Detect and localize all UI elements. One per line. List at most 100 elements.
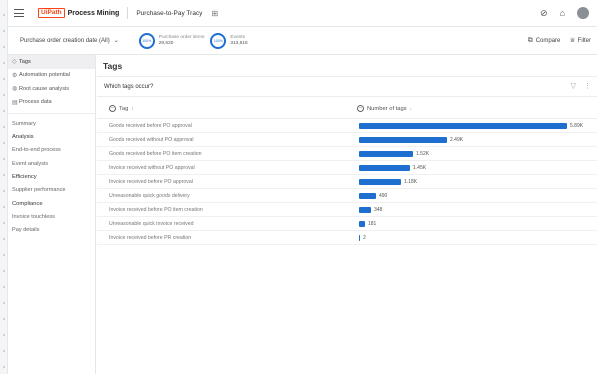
column-tag[interactable]: − Tag ↕ [109, 105, 134, 112]
nav-item-tags[interactable]: ◇ Tags [8, 55, 95, 69]
data-icon: ▤ [12, 99, 18, 106]
nav-group-compliance: Compliance [12, 200, 43, 207]
card-tools: ▽ ⋮ [571, 82, 591, 90]
tags-card: Which tags occur? ▽ ⋮ − Tag ↕ − Number o… [97, 76, 597, 374]
count-value: 490 [379, 192, 388, 199]
sort-icon: ↕ [131, 105, 134, 112]
rail-dot [3, 302, 5, 304]
kpi-text: Purchase order items 29,620 [159, 35, 205, 47]
card-title: Which tags occur? [97, 77, 597, 97]
table-row[interactable]: Unreasonable quick invoice received 181 [97, 217, 597, 231]
count-value: 1.52K [416, 150, 430, 157]
table-header: − Tag ↕ − Number of tags ↓ [97, 99, 597, 119]
notifications-icon[interactable]: ⌂ [560, 8, 565, 18]
robot-icon: ⚙ [12, 72, 18, 79]
kpi-events[interactable]: 100% Events 313,516 [210, 32, 248, 49]
nav-item-invoice-touchless[interactable]: Invoice touchless [8, 210, 95, 224]
tag-label: Goods received without PO approval [109, 137, 194, 143]
rail-dot [3, 14, 5, 16]
rail-dot [3, 206, 5, 208]
count-bar[interactable] [359, 207, 371, 213]
count-bar[interactable] [359, 221, 365, 227]
brand-logo: UiPath [38, 8, 65, 18]
brand[interactable]: UiPath Process Mining [38, 8, 119, 18]
kpi-items[interactable]: 100% Purchase order items 29,620 [138, 32, 205, 49]
top-bar: UiPath Process Mining Purchase-to-Pay Tr… [8, 0, 597, 27]
compare-button[interactable]: ⧉ Compare [528, 37, 561, 45]
table-row[interactable]: Invoice received before PO approval 1.18K [97, 175, 597, 189]
divider [127, 7, 129, 19]
table-row[interactable]: Invoice received before PO item creation… [97, 203, 597, 217]
nav-item-label: Root cause analysis [19, 85, 70, 92]
filter-button[interactable]: ⩸ Filter [570, 37, 591, 45]
metric-icon: − [357, 105, 364, 112]
nav-item-automation-potential[interactable]: ⚙ Automation potential [8, 69, 95, 83]
column-tag-label: Tag [119, 105, 129, 112]
dimension-icon: − [109, 105, 116, 112]
apps-grid-icon[interactable]: ⊞ [211, 9, 218, 18]
count-bar[interactable] [359, 235, 360, 241]
date-filter-dropdown[interactable]: Purchase order creation date (All) ⌄ [20, 37, 119, 45]
table-row[interactable]: Invoice received before PR creation 2 [97, 231, 597, 245]
app-name[interactable]: Purchase-to-Pay Tracy [136, 10, 202, 17]
avatar[interactable] [577, 7, 589, 19]
tag-label: Invoice received before PO approval [109, 179, 193, 185]
date-filter-label: Purchase order creation date (All) [20, 37, 110, 44]
count-bar[interactable] [359, 179, 401, 185]
count-value: 5.89K [570, 122, 584, 129]
count-bar[interactable] [359, 137, 447, 143]
rail-dot [3, 158, 5, 160]
rail-dot [3, 254, 5, 256]
tag-icon: ◇ [12, 59, 17, 66]
page-title: Tags [103, 61, 123, 71]
compare-icon: ⧉ [527, 37, 533, 44]
filter-icon: ⩸ [570, 37, 575, 44]
nav-item-summary[interactable]: Summary [8, 117, 95, 131]
rail-dot [3, 190, 5, 192]
nav-item-end-to-end-process[interactable]: End-to-end process [8, 144, 95, 158]
count-bar[interactable] [359, 151, 413, 157]
table-row[interactable]: Invoice received without PO approval 1.45… [97, 161, 597, 175]
kpi-ring: 100% [138, 32, 155, 49]
table-row[interactable]: Unreasonable quick goods delivery 490 [97, 189, 597, 203]
count-bar[interactable] [359, 193, 376, 199]
filter-label: Filter [577, 38, 591, 44]
compare-label: Compare [535, 38, 561, 44]
count-bar[interactable] [359, 123, 567, 129]
rail-dot [3, 270, 5, 272]
nav-item-supplier-performance[interactable]: Supplier performance [8, 184, 95, 198]
table-row[interactable]: Goods received before PO item creation 1.… [97, 147, 597, 161]
rail-dot [3, 286, 5, 288]
menu-icon[interactable] [14, 9, 24, 17]
rail-dot [3, 174, 5, 176]
tag-label: Goods received before PO item creation [109, 151, 202, 157]
rail-dot [3, 46, 5, 48]
rail-dot [3, 126, 5, 128]
table-row[interactable]: Goods received before PO approval 5.89K [97, 119, 597, 133]
column-number-of-tags[interactable]: − Number of tags ↓ [357, 105, 412, 112]
nav-group-analysis: Analysis [12, 134, 34, 140]
table-row[interactable]: Goods received without PO approval 2.49K [97, 133, 597, 147]
kpi-text: Events 313,516 [230, 35, 247, 47]
filter-actions: ⧉ Compare ⩸ Filter [528, 37, 591, 45]
column-count-label: Number of tags [367, 105, 407, 112]
rail-dot [3, 62, 5, 64]
filter-icon[interactable]: ▽ [571, 82, 576, 90]
count-value: 348 [374, 206, 383, 213]
rail-dot [3, 142, 5, 144]
help-icon[interactable]: ⊘ [540, 8, 548, 19]
rail-dot [3, 318, 5, 320]
tag-label: Unreasonable quick invoice received [109, 221, 194, 227]
count-value: 1.18K [404, 178, 418, 185]
filter-bar: Purchase order creation date (All) ⌄ 100… [8, 27, 597, 55]
nav-item-event-analysis[interactable]: Event analysis [8, 157, 95, 171]
count-bar[interactable] [359, 165, 410, 171]
chevron-down-icon: ⌄ [113, 38, 119, 44]
nav-item-process-data[interactable]: ▤ Process data [8, 96, 95, 110]
more-options-icon[interactable]: ⋮ [584, 82, 591, 90]
nav-item-root-cause-analysis[interactable]: ◍ Root cause analysis [8, 82, 95, 96]
rail-dot [3, 30, 5, 32]
tag-label: Invoice received without PO approval [109, 165, 195, 171]
kpi-ring: 100% [210, 32, 227, 49]
nav-item-pay-details[interactable]: Pay details [8, 224, 95, 238]
